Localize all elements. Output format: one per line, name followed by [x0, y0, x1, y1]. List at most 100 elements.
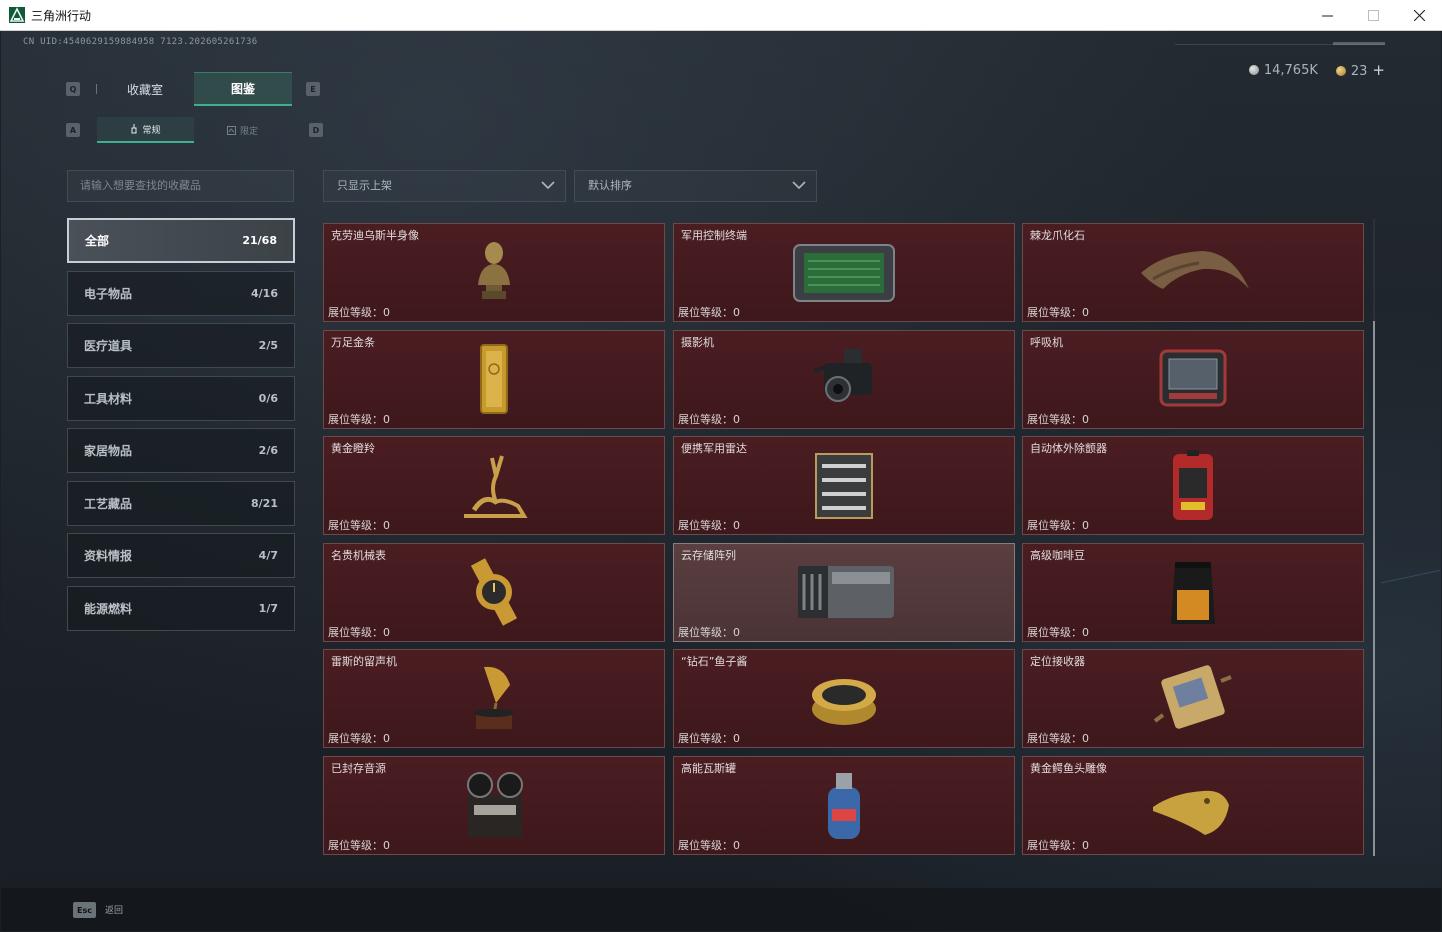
- collectible-card[interactable]: 雷斯的留声机 展位等级：0: [323, 649, 665, 748]
- shelf-filter-dropdown[interactable]: 只显示上架: [323, 170, 566, 202]
- collectible-card[interactable]: “钻石”鱼子酱 展位等级：0: [673, 649, 1015, 748]
- collectible-card[interactable]: 便携军用雷达 展位等级：0: [673, 436, 1015, 535]
- search-input[interactable]: 请输入想要查找的收藏品: [67, 170, 294, 202]
- category-label: 工艺藏品: [84, 496, 133, 511]
- item-level: 展位等级：0: [328, 730, 390, 746]
- category-item[interactable]: 医疗道具 2/5: [67, 323, 295, 368]
- terminal-icon: [784, 233, 904, 313]
- level-value: 0: [383, 519, 390, 532]
- croc-head-icon: [1133, 765, 1253, 845]
- level-label: 展位等级：: [1027, 306, 1082, 319]
- bust-icon: [434, 233, 554, 313]
- item-name: 万足金条: [331, 335, 375, 349]
- close-icon: [1413, 10, 1425, 21]
- receiver-icon: [1133, 659, 1253, 739]
- item-name: “钻石”鱼子酱: [681, 655, 748, 668]
- collectible-card[interactable]: 定位接收器展位等级：0: [1022, 649, 1364, 748]
- reel-recorder-icon: [434, 765, 554, 845]
- category-item[interactable]: 电子物品 4/16: [67, 270, 295, 316]
- item-name: 云存储阵列: [681, 548, 736, 562]
- defibrillator-icon: [1133, 446, 1253, 526]
- collectible-card[interactable]: 棘龙爪化石 展位等级：0: [1022, 223, 1364, 322]
- sub-tabs: 常规 限定: [97, 117, 293, 143]
- level-label: 展位等级：: [1027, 838, 1082, 852]
- minimize-button[interactable]: [1304, 0, 1350, 31]
- key-hint-e: E: [306, 82, 320, 96]
- collectible-card[interactable]: 万足金条展位等级：0: [323, 329, 665, 429]
- gramophone-icon: [434, 659, 554, 739]
- category-item[interactable]: 工具材料 0/6: [67, 375, 295, 421]
- sort-value: 默认排序: [588, 179, 632, 192]
- camera-icon: [784, 339, 904, 419]
- item-level: 展位等级：0: [678, 411, 740, 427]
- item-name: 定位接收器: [1030, 655, 1085, 668]
- back-label[interactable]: 返回: [105, 903, 123, 916]
- collectible-card[interactable]: 呼吸机 展位等级：0: [1022, 329, 1364, 429]
- currency-bar: 14,765K 23 +: [1248, 61, 1385, 79]
- item-level: 展位等级：0: [1027, 411, 1089, 427]
- gold-bar-icon: [434, 339, 554, 419]
- gold-balance[interactable]: 23 +: [1335, 61, 1385, 79]
- item-name: 摄影机: [681, 335, 714, 349]
- collectible-card[interactable]: 云存储阵列 展位等级：0: [673, 542, 1015, 642]
- level-value: 0: [1082, 519, 1089, 532]
- collectible-card[interactable]: 自动体外除颤器 展位等级：0: [1022, 436, 1364, 535]
- collectible-card[interactable]: 高能瓦斯罐 展位等级：0: [673, 755, 1015, 855]
- esc-key-hint[interactable]: Esc: [73, 902, 96, 918]
- level-value: 0: [1082, 625, 1089, 639]
- category-count: 2/5: [258, 339, 278, 352]
- level-label: 展位等级：: [678, 838, 733, 852]
- category-count: 8/21: [251, 496, 278, 510]
- category-item[interactable]: 资料情报 4/7: [67, 533, 295, 578]
- level-label: 展位等级：: [1027, 732, 1082, 745]
- scrollbar-thumb[interactable]: [1373, 321, 1375, 856]
- category-count: 4/7: [258, 549, 278, 562]
- item-level: 展位等级：0: [1027, 730, 1089, 746]
- level-label: 展位等级：: [1027, 625, 1082, 639]
- item-name: 雷斯的留声机: [331, 655, 397, 668]
- category-label: 电子物品: [84, 286, 133, 301]
- close-button[interactable]: [1396, 0, 1442, 31]
- collectible-card[interactable]: 高级咖啡豆 展位等级：0: [1022, 542, 1364, 642]
- window-title: 三角洲行动: [31, 8, 92, 23]
- subtab-limited-label: 限定: [239, 126, 258, 137]
- item-name: 名贵机械表: [331, 548, 386, 562]
- limited-icon: [226, 125, 236, 135]
- category-item[interactable]: 工艺藏品 8/21: [67, 480, 295, 526]
- collectible-card[interactable]: 黄金鳄鱼头雕像 展位等级：0: [1022, 755, 1364, 855]
- collectible-card[interactable]: 已封存音源展位等级：0: [323, 755, 665, 855]
- sort-dropdown[interactable]: 默认排序: [574, 170, 817, 202]
- collectible-card[interactable]: 名贵机械表 展位等级：0: [323, 542, 665, 642]
- gas-canister-icon: [784, 765, 904, 845]
- category-label: 医疗道具: [84, 339, 133, 353]
- add-gold-icon[interactable]: +: [1372, 61, 1385, 79]
- maximize-button[interactable]: [1350, 0, 1396, 31]
- level-value: 0: [383, 732, 390, 745]
- level-value: 0: [383, 306, 390, 319]
- subtab-regular[interactable]: 常规: [97, 117, 194, 143]
- category-item[interactable]: 家居物品 2/6: [67, 428, 295, 473]
- collectible-card[interactable]: 摄影机展位等级：0: [673, 329, 1015, 429]
- level-value: 0: [1082, 412, 1089, 426]
- subtab-limited[interactable]: 限定: [194, 117, 291, 143]
- item-level: 展位等级：0: [328, 837, 390, 853]
- ventilator-icon: [1133, 339, 1253, 419]
- item-name: 已封存音源: [331, 761, 386, 775]
- silver-balance: 14,765K: [1248, 63, 1318, 78]
- level-label: 展位等级：: [328, 306, 383, 319]
- item-level: 展位等级：0: [328, 411, 390, 427]
- category-item[interactable]: 能源燃料 1/7: [67, 585, 295, 631]
- caviar-tin-icon: [784, 659, 904, 739]
- tab-collection-room[interactable]: 收藏室: [96, 72, 194, 106]
- category-item[interactable]: 全部 21/68: [67, 218, 295, 263]
- collectible-card[interactable]: 克劳迪乌斯半身像 展位等级：0: [323, 223, 665, 322]
- coffee-bag-icon: [1133, 552, 1253, 632]
- category-count: 2/6: [258, 444, 278, 457]
- item-name: 高能瓦斯罐: [681, 761, 736, 775]
- collectible-card[interactable]: 黄金瞪羚 展位等级：0: [323, 436, 665, 535]
- category-count: 1/7: [258, 601, 278, 615]
- collectible-card[interactable]: 军用控制终端 展位等级：0: [673, 223, 1015, 322]
- level-label: 展位等级：: [678, 519, 733, 532]
- tab-catalog[interactable]: 图鉴: [194, 72, 292, 106]
- item-name: 棘龙爪化石: [1030, 229, 1085, 242]
